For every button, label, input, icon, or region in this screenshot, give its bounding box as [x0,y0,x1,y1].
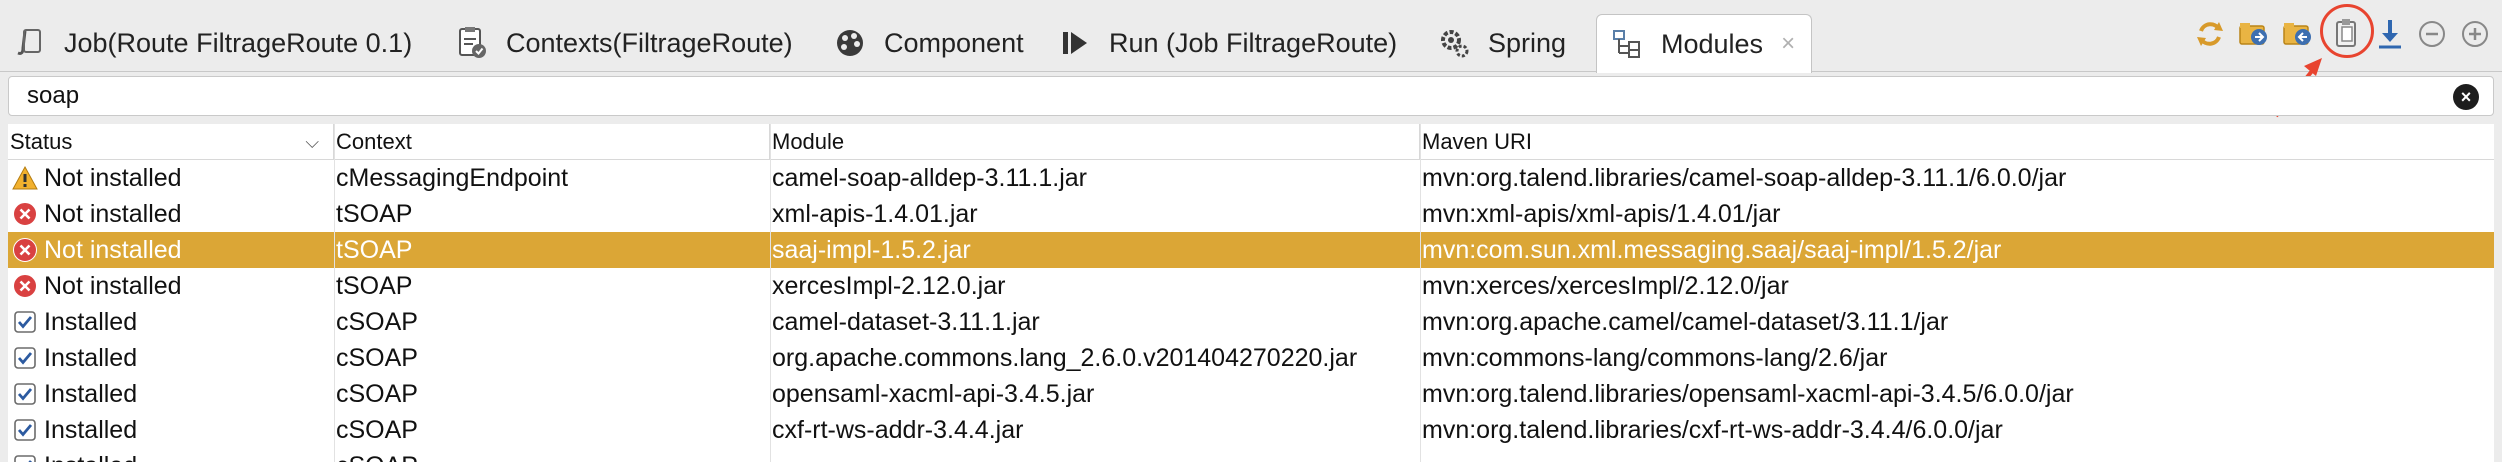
table-row[interactable]: Not installed tSOAP saaj-impl-1.5.2.jar mvn… [8,232,2494,268]
maven-uri-cell [1422,448,2492,462]
table-header: Status ⌵ Context Module Maven URI [8,124,2494,160]
maven-uri-cell: mvn:org.talend.libraries/opensaml-xacml-… [1422,380,2074,408]
context-cell: cSOAP [336,380,418,408]
table-row[interactable]: Installed cSOAP camel-dataset-3.11.1.jar mv… [8,304,2494,340]
close-icon[interactable]: × [1781,30,1795,58]
maven-uri-cell: mvn:org.apache.camel/camel-dataset/3.11.… [1422,308,1949,336]
run-icon [1055,23,1095,63]
maven-uri-cell: mvn:com.sun.xml.messaging.saaj/saaj-impl… [1422,236,2002,264]
table-row[interactable]: Installed cSOAP org.apache.commons.lang_2.… [8,340,2494,376]
column-header-maven-uri[interactable]: Maven URI [1420,124,2494,160]
tab-label: Component [884,27,1024,58]
status-cell: Installed [44,416,138,444]
maven-uri-cell: mvn:commons-lang/commons-lang/2.6/jar [1422,344,1888,372]
import-icon[interactable] [2234,14,2274,54]
status-cell: Not installed [44,200,182,228]
expand-icon[interactable] [2455,14,2495,54]
annotation-circle [2320,4,2374,58]
status-cell: Installed [44,448,332,462]
status-cell: Not installed [44,272,182,300]
context-cell: cSOAP [336,344,418,372]
contexts-icon [452,23,492,63]
editor-tab-bar: Job(Route FiltrageRoute 0.1) Contexts(Fi… [0,0,2502,73]
tab-label: Spring [1488,27,1567,58]
table-row[interactable]: Installed cSOAP [8,448,2494,462]
tab-label: Contexts(FiltrageRoute) [506,27,793,58]
status-cell: Installed [44,380,138,408]
tab-contexts[interactable]: Contexts(FiltrageRoute) [452,14,793,72]
check-icon [12,417,38,443]
maven-uri-cell: mvn:xerces/xercesImpl/2.12.0/jar [1422,272,1789,300]
context-cell: cSOAP [336,448,766,462]
spring-icon [1434,23,1474,63]
module-cell: xml-apis-1.4.01.jar [772,200,978,228]
download-icon[interactable] [2370,14,2410,54]
collapse-icon[interactable] [2412,14,2452,54]
module-cell: xercesImpl-2.12.0.jar [772,272,1006,300]
tab-job[interactable]: Job(Route FiltrageRoute 0.1) [10,14,412,72]
column-divider [1420,124,1421,462]
tab-label: Run (Job FiltrageRoute) [1109,27,1398,58]
module-cell: org.apache.commons.lang_2.6.0.v201404270… [772,344,1358,372]
error-icon [12,273,38,299]
module-cell: camel-dataset-3.11.1.jar [772,308,1040,336]
table-row[interactable]: Not installed cMessagingEndpoint camel-soa… [8,160,2494,196]
check-icon [12,345,38,371]
tab-run[interactable]: Run (Job FiltrageRoute) [1055,14,1397,72]
export-icon[interactable] [2278,14,2318,54]
status-cell: Not installed [44,164,182,192]
search-input[interactable] [27,81,2407,111]
table-row[interactable]: Installed cSOAP cxf-rt-ws-addr-3.4.4.jar mv… [8,412,2494,448]
error-icon [12,237,38,263]
tab-component[interactable]: Component [830,14,1024,72]
context-cell: tSOAP [336,272,413,300]
job-icon [10,23,50,63]
context-cell: cMessagingEndpoint [336,164,569,192]
status-cell: Not installed [44,236,182,264]
maven-uri-cell: mvn:org.talend.libraries/camel-soap-alld… [1422,164,2067,192]
search-bar: × [8,76,2494,116]
error-icon [12,201,38,227]
module-cell: opensaml-xacml-api-3.4.5.jar [772,380,1095,408]
status-cell: Installed [44,308,138,336]
warning-icon [12,165,38,191]
clear-search-icon[interactable]: × [2453,84,2479,110]
column-header-context[interactable]: Context [334,124,770,160]
column-divider [770,124,771,462]
table-row[interactable]: Not installed tSOAP xercesImpl-2.12.0.jar m… [8,268,2494,304]
module-cell: cxf-rt-ws-addr-3.4.4.jar [772,416,1024,444]
status-cell: Installed [44,344,138,372]
maven-uri-cell: mvn:org.talend.libraries/cxf-rt-ws-addr-… [1422,416,2003,444]
modules-icon [1607,24,1647,64]
tab-label: Modules [1661,28,1764,59]
context-cell: cSOAP [336,308,418,336]
check-icon [12,309,38,335]
table-row[interactable]: Not installed tSOAP xml-apis-1.4.01.jar mvn… [8,196,2494,232]
module-cell: camel-soap-alldep-3.11.1.jar [772,164,1087,192]
check-icon [12,381,38,407]
context-cell: tSOAP [336,200,413,228]
context-cell: tSOAP [336,236,413,264]
modules-table: Status ⌵ Context Module Maven URI Not in… [8,124,2494,462]
tab-label: Job(Route FiltrageRoute 0.1) [64,27,413,58]
module-cell [772,448,1416,462]
context-cell: cSOAP [336,416,418,444]
check-icon [12,453,38,462]
component-icon [830,23,870,63]
refresh-icon[interactable] [2190,14,2230,54]
chevron-down-icon: ⌵ [305,132,319,152]
tab-modules[interactable]: Modules × [1596,14,1812,73]
column-header-status[interactable]: Status ⌵ [8,124,334,160]
maven-uri-cell: mvn:xml-apis/xml-apis/1.4.01/jar [1422,200,1781,228]
column-header-module[interactable]: Module [770,124,1420,160]
column-divider [334,124,335,462]
table-row[interactable]: Installed cSOAP opensaml-xacml-api-3.4.5.j… [8,376,2494,412]
module-cell: saaj-impl-1.5.2.jar [772,236,971,264]
tab-spring[interactable]: Spring [1434,14,1566,72]
